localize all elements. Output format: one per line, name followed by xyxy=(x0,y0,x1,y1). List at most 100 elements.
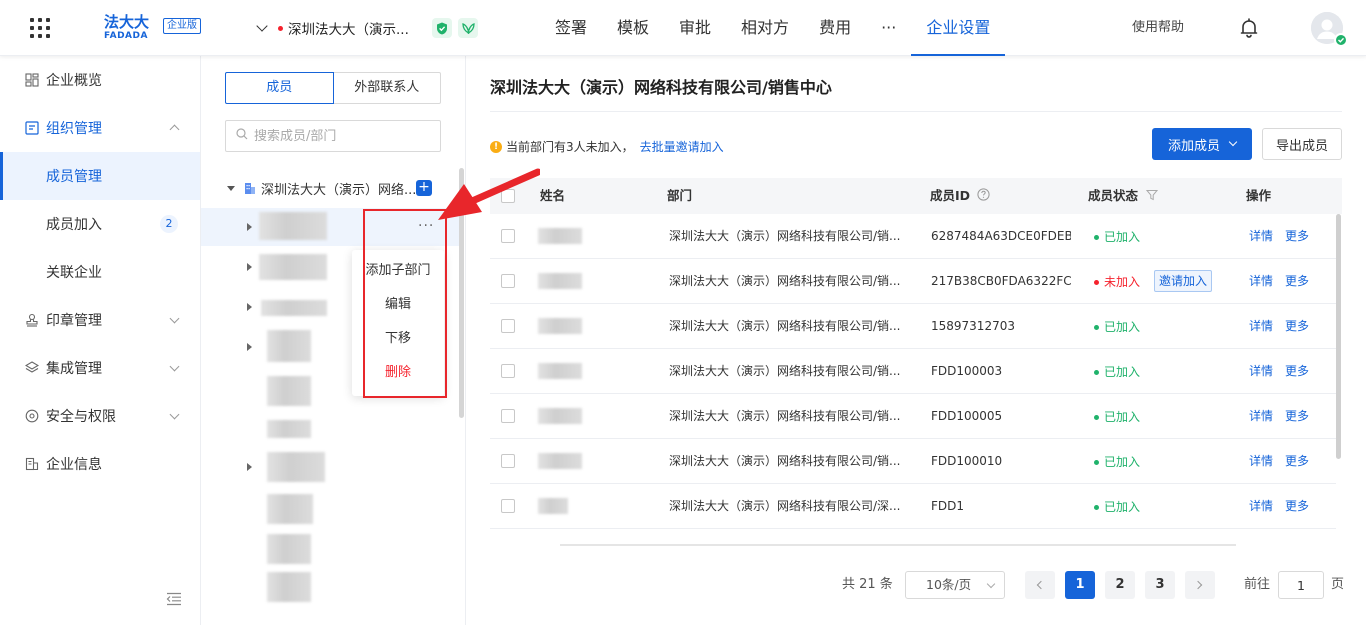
tree-node[interactable] xyxy=(201,568,459,606)
nav-counterparty[interactable]: 相对方 xyxy=(726,0,804,56)
logo-text: 法大大 xyxy=(104,13,150,31)
table-row[interactable]: 深圳法大大（演示）网络科技有限公司/销... FDD100010 已加入 详情 更多 xyxy=(490,439,1336,484)
menu-add-subdepartment[interactable]: 添加子部门 xyxy=(352,254,444,288)
company-selector[interactable]: 深圳法大大（演示... xyxy=(256,18,409,38)
tree-node[interactable] xyxy=(201,448,459,486)
page-1[interactable]: 1 xyxy=(1065,571,1095,599)
table-row[interactable]: 深圳法大大（演示）网络科技有限公司/销... 15897312703 已加入 详情 更多 xyxy=(490,304,1336,349)
table-scrollbar[interactable] xyxy=(1336,214,1341,459)
org-icon xyxy=(25,121,39,135)
tree-root-label: 深圳法大大（演示）网络... xyxy=(261,182,417,198)
table-row[interactable]: 深圳法大大（演示）网络科技有限公司/销... FDD100005 已加入 详情 更多 xyxy=(490,394,1336,439)
tree-root-node[interactable]: 深圳法大大（演示）网络... xyxy=(227,178,416,198)
export-members-button[interactable]: 导出成员 xyxy=(1262,128,1342,160)
cell-status: 已加入 xyxy=(1094,214,1140,259)
blurred-dept-name xyxy=(267,572,311,602)
more-link[interactable]: 更多 xyxy=(1285,214,1309,259)
sidebar-item-integration[interactable]: 集成管理 xyxy=(0,344,200,392)
status-label: 已加入 xyxy=(1104,410,1141,424)
more-link[interactable]: 更多 xyxy=(1285,304,1309,349)
nav-more[interactable]: ··· xyxy=(866,0,911,56)
more-link[interactable]: 更多 xyxy=(1285,394,1309,439)
next-page-button[interactable] xyxy=(1185,571,1215,599)
app-grid-icon[interactable] xyxy=(30,18,50,38)
table-row[interactable]: 深圳法大大（演示）网络科技有限公司/销... FDD100003 已加入 详情 更多 xyxy=(490,349,1336,394)
nav-fees[interactable]: 费用 xyxy=(804,0,866,56)
more-link[interactable]: 更多 xyxy=(1285,349,1309,394)
row-checkbox[interactable] xyxy=(501,319,515,333)
tab-external-contacts[interactable]: 外部联系人 xyxy=(333,72,441,104)
sidebar-item-label: 关联企业 xyxy=(46,265,102,281)
cell-status: 未加入 xyxy=(1094,259,1140,304)
page-2[interactable]: 2 xyxy=(1105,571,1135,599)
row-checkbox[interactable] xyxy=(501,229,515,243)
sidebar-item-label: 成员加入 xyxy=(46,217,102,233)
sidebar-item-company-info[interactable]: 企业信息 xyxy=(0,440,200,488)
tree-node[interactable] xyxy=(201,408,459,446)
cell-department: 深圳法大大（演示）网络科技有限公司/销... xyxy=(669,229,901,243)
more-link[interactable]: 更多 xyxy=(1285,484,1309,529)
tab-members[interactable]: 成员 xyxy=(225,72,334,104)
page-3[interactable]: 3 xyxy=(1145,571,1175,599)
row-checkbox[interactable] xyxy=(501,499,515,513)
row-checkbox[interactable] xyxy=(501,454,515,468)
menu-edit[interactable]: 编辑 xyxy=(352,288,444,322)
sidebar-item-org-management[interactable]: 组织管理 xyxy=(0,104,200,152)
detail-link[interactable]: 详情 xyxy=(1249,304,1273,349)
menu-move-down[interactable]: 下移 xyxy=(352,322,444,356)
filter-icon[interactable] xyxy=(1146,179,1159,215)
batch-invite-link[interactable]: 去批量邀请加入 xyxy=(640,138,724,155)
help-link[interactable]: 使用帮助 xyxy=(1132,0,1184,56)
row-checkbox[interactable] xyxy=(501,409,515,423)
add-member-button[interactable]: 添加成员 xyxy=(1152,128,1252,160)
more-options-icon[interactable]: ··· xyxy=(418,219,434,233)
horizontal-scrollbar[interactable] xyxy=(560,544,1236,546)
table-row[interactable]: 深圳法大大（演示）网络科技有限公司/销... 6287484A63DCE0FDEB… xyxy=(490,214,1336,259)
sidebar-item-overview[interactable]: 企业概览 xyxy=(0,56,200,104)
more-link[interactable]: 更多 xyxy=(1285,439,1309,484)
detail-link[interactable]: 详情 xyxy=(1249,349,1273,394)
detail-link[interactable]: 详情 xyxy=(1249,214,1273,259)
tree-scrollbar[interactable] xyxy=(459,168,464,418)
detail-link[interactable]: 详情 xyxy=(1249,439,1273,484)
help-circle-icon[interactable] xyxy=(977,179,990,215)
nav-enterprise-settings[interactable]: 企业设置 xyxy=(911,0,1006,56)
sidebar-item-member-management[interactable]: 成员管理 xyxy=(0,152,200,200)
sidebar-item-seal-management[interactable]: 印章管理 xyxy=(0,296,200,344)
sidebar-item-linked-companies[interactable]: 关联企业 xyxy=(0,248,200,296)
user-avatar[interactable] xyxy=(1311,12,1348,47)
sidebar-item-member-join[interactable]: 成员加入 2 xyxy=(0,200,200,248)
more-link[interactable]: 更多 xyxy=(1285,259,1309,304)
nav-approval[interactable]: 审批 xyxy=(664,0,726,56)
status-dot xyxy=(1094,505,1099,510)
tree-node[interactable]: ··· xyxy=(201,208,459,246)
page-size-select[interactable]: 10条/页 xyxy=(905,571,1005,599)
detail-link[interactable]: 详情 xyxy=(1249,394,1273,439)
row-checkbox[interactable] xyxy=(501,274,515,288)
brand-logo[interactable]: 法大大 FADADA 企业版 xyxy=(104,13,204,43)
blurred-dept-name xyxy=(259,254,327,280)
detail-link[interactable]: 详情 xyxy=(1249,259,1273,304)
table-row[interactable]: 深圳法大大（演示）网络科技有限公司/深... FDD1 已加入 详情 更多 xyxy=(490,484,1336,529)
detail-link[interactable]: 详情 xyxy=(1249,484,1273,529)
cell-department: 深圳法大大（演示）网络科技有限公司/销... xyxy=(669,274,901,288)
prev-page-button[interactable] xyxy=(1025,571,1055,599)
shield-check-icon[interactable] xyxy=(432,18,452,38)
table-row[interactable]: 深圳法大大（演示）网络科技有限公司/销... 217B38CB0FDA6322FC… xyxy=(490,259,1336,304)
tree-node[interactable] xyxy=(201,488,459,526)
goto-page-input[interactable] xyxy=(1278,571,1324,599)
member-search-box[interactable] xyxy=(225,120,441,152)
search-input[interactable] xyxy=(254,128,434,144)
collapse-sidebar-icon[interactable] xyxy=(166,592,182,606)
nav-sign[interactable]: 签署 xyxy=(540,0,602,56)
leaf-icon[interactable] xyxy=(458,18,478,38)
add-department-button[interactable]: + xyxy=(416,180,432,196)
row-checkbox[interactable] xyxy=(501,364,515,378)
bell-icon[interactable] xyxy=(1238,17,1260,39)
menu-delete[interactable]: 删除 xyxy=(352,356,444,390)
sidebar-item-security[interactable]: 安全与权限 xyxy=(0,392,200,440)
tree-node[interactable] xyxy=(201,528,459,566)
invite-button[interactable]: 邀请加入 xyxy=(1154,270,1213,292)
nav-template[interactable]: 模板 xyxy=(602,0,664,56)
select-all-checkbox[interactable] xyxy=(501,189,515,203)
